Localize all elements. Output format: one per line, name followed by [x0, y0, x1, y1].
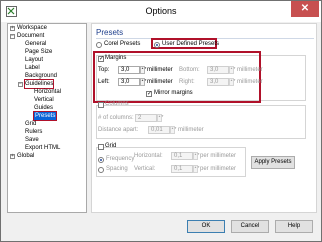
grid-horizontal-spinner[interactable]: ▲▼	[193, 152, 200, 160]
grid-vertical-label: Vertical:	[134, 166, 156, 172]
tree-item-label[interactable]: Label	[25, 64, 40, 72]
grid-horizontal-input[interactable]: 0,1	[171, 152, 193, 160]
page-title: Presets	[96, 28, 124, 37]
title-bar[interactable]: Options ✕	[1, 1, 321, 22]
collapse-icon[interactable]: −	[18, 82, 23, 87]
user-defined-presets-label[interactable]: User Defined Presets	[162, 41, 219, 48]
grid-horizontal-label: Horizontal:	[134, 153, 163, 159]
mirror-margins-label[interactable]: Mirror margins	[154, 90, 193, 97]
help-button[interactable]: Help	[275, 220, 313, 233]
margins-checkbox[interactable]: ✓	[98, 56, 104, 62]
tree-item-export-html[interactable]: Export HTML	[25, 144, 60, 152]
cancel-button[interactable]: Cancel	[231, 220, 269, 233]
tree-item-vertical[interactable]: Vertical	[34, 96, 54, 104]
collapse-icon[interactable]: −	[10, 34, 15, 39]
right-label: Right:	[179, 79, 195, 85]
tree-item-guides[interactable]: Guides	[34, 104, 53, 112]
bottom-unit-label: millimeter	[237, 67, 263, 73]
tree-item-workspace[interactable]: Workspace	[17, 24, 47, 32]
distance-unit-label: millimeter	[178, 127, 204, 133]
options-tree[interactable]: + Workspace − Document General Page Size…	[7, 23, 87, 213]
tree-item-background[interactable]: Background	[25, 72, 57, 80]
bottom-margin-spinner[interactable]: ▲▼	[229, 66, 236, 74]
left-unit-label: millimeter	[147, 79, 173, 85]
spacing-label[interactable]: Spacing	[106, 166, 128, 173]
top-label: Top:	[98, 67, 110, 73]
close-icon: ✕	[300, 3, 310, 14]
tree-item-grid[interactable]: Grid	[25, 120, 36, 128]
grid-checkbox[interactable]	[98, 144, 104, 150]
grid-vertical-spinner[interactable]: ▲▼	[193, 165, 200, 173]
ok-button[interactable]: OK	[187, 220, 225, 233]
mirror-margins-checkbox[interactable]: ✓	[146, 91, 152, 97]
window-title: Options	[145, 6, 177, 16]
num-columns-input[interactable]: 2	[135, 114, 157, 122]
right-unit-label: millimeter	[237, 79, 263, 85]
top-margin-spinner[interactable]: ▲▼	[140, 66, 147, 74]
left-margin-spinner[interactable]: ▲▼	[140, 78, 147, 86]
tree-item-save[interactable]: Save	[25, 136, 39, 144]
grid-horizontal-unit: per millimeter	[200, 153, 237, 159]
top-unit-label: millimeter	[147, 67, 173, 73]
grid-vertical-input[interactable]: 0,1	[171, 165, 193, 173]
expand-icon[interactable]: +	[10, 154, 15, 159]
bottom-label: Bottom:	[179, 67, 200, 73]
frequency-radio[interactable]	[98, 157, 104, 163]
corel-presets-label[interactable]: Corel Presets	[104, 41, 140, 48]
distance-apart-input[interactable]: 0,01	[148, 126, 170, 134]
spacing-radio[interactable]	[98, 167, 104, 173]
left-margin-input[interactable]: 3,0	[118, 78, 140, 86]
distance-apart-spinner[interactable]: ▲▼	[170, 126, 177, 134]
tree-item-document[interactable]: Document	[17, 32, 44, 40]
tree-item-presets[interactable]: Presets	[32, 111, 58, 121]
tree-item-guidelines[interactable]: Guidelines	[23, 79, 55, 89]
grid-vertical-unit: per millimeter	[200, 166, 237, 172]
frequency-label[interactable]: Frequency	[106, 156, 134, 163]
corel-presets-radio[interactable]	[96, 42, 102, 48]
grid-label[interactable]: Grid	[105, 143, 116, 150]
options-dialog: Options ✕ + Workspace − Document General…	[0, 0, 322, 242]
tree-item-rulers[interactable]: Rulers	[25, 128, 42, 136]
tree-item-layout[interactable]: Layout	[25, 56, 43, 64]
close-button[interactable]: ✕	[291, 1, 319, 17]
bottom-margin-input[interactable]: 3,0	[207, 66, 229, 74]
margins-label[interactable]: Margins	[105, 55, 126, 62]
tree-item-global[interactable]: Global	[17, 152, 34, 160]
right-margin-spinner[interactable]: ▲▼	[229, 78, 236, 86]
tree-item-general[interactable]: General	[25, 40, 46, 48]
tree-item-horizontal[interactable]: Horizontal	[34, 88, 61, 96]
columns-label[interactable]: Columns	[105, 101, 129, 108]
columns-checkbox[interactable]	[98, 102, 104, 108]
num-columns-label: # of columns:	[98, 115, 134, 121]
tree-item-page-size[interactable]: Page Size	[25, 48, 52, 56]
top-margin-input[interactable]: 3,0	[118, 66, 140, 74]
left-label: Left:	[98, 79, 110, 85]
distance-apart-label: Distance apart:	[98, 127, 139, 133]
right-margin-input[interactable]: 3,0	[207, 78, 229, 86]
user-defined-presets-radio[interactable]	[154, 42, 160, 48]
num-columns-spinner[interactable]: ▲▼	[157, 114, 164, 122]
apply-presets-button[interactable]: Apply Presets	[251, 156, 295, 169]
expand-icon[interactable]: +	[10, 26, 15, 31]
